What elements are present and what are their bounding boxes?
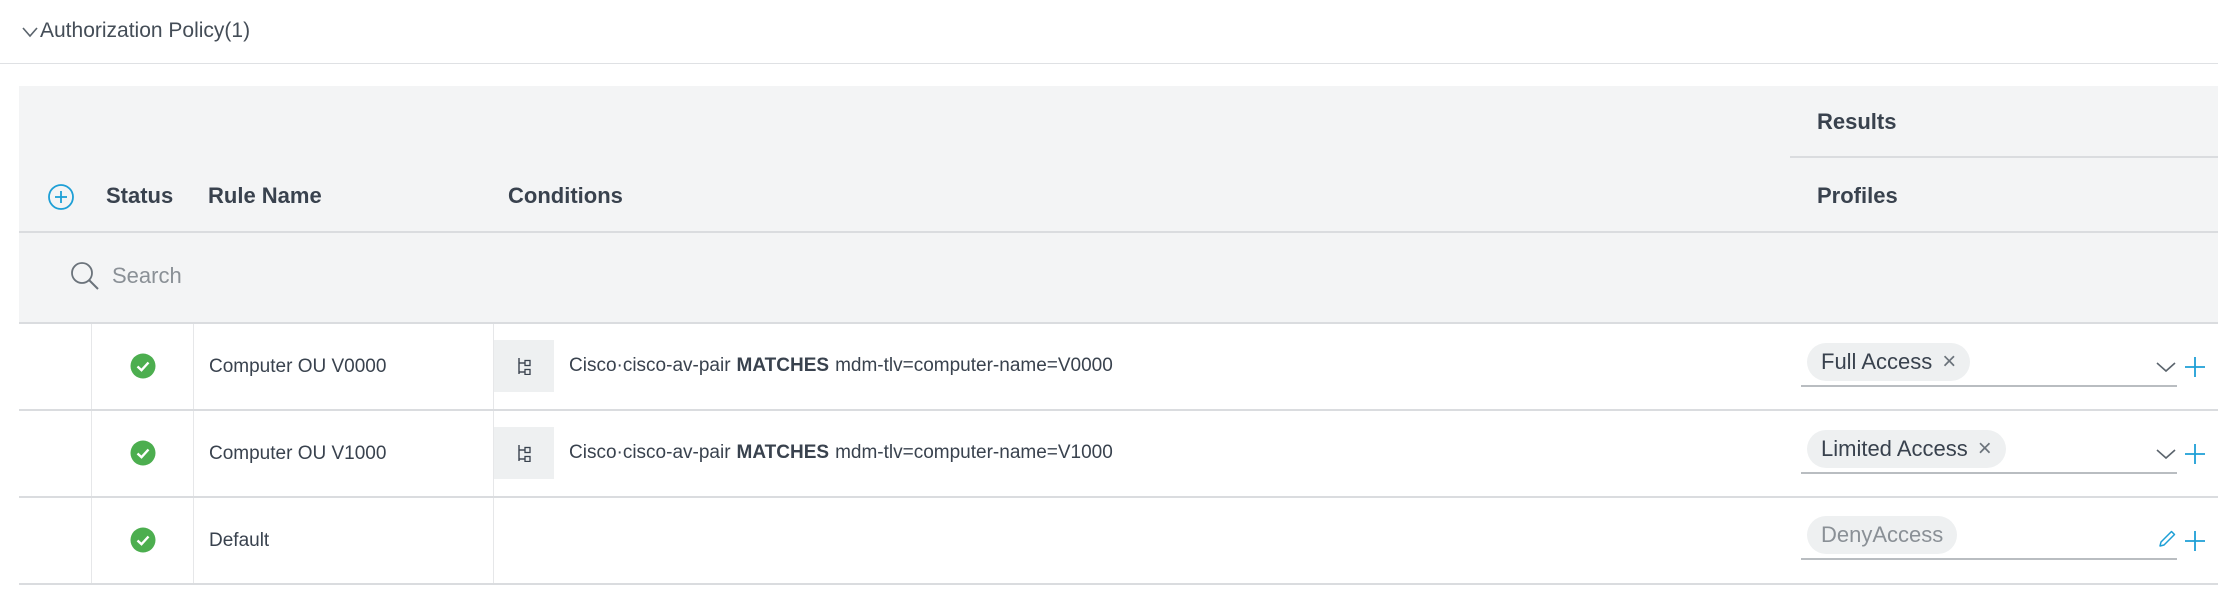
status-enabled-icon[interactable]	[130, 527, 156, 553]
column-header-profiles[interactable]: Profiles	[1817, 183, 1898, 209]
rule-name[interactable]: Default	[209, 530, 269, 552]
condition-tree-icon	[518, 358, 531, 375]
search-icon	[71, 262, 99, 290]
rule-name[interactable]: Computer OU V1000	[209, 443, 386, 465]
profile-tag: Full Access ×	[1807, 343, 1971, 381]
status-enabled-icon[interactable]	[130, 440, 156, 466]
results-divider	[1790, 156, 2218, 158]
column-header-conditions[interactable]: Conditions	[508, 183, 623, 209]
add-rule-icon[interactable]	[47, 183, 75, 211]
table-row[interactable]: Default DenyAccess	[19, 498, 2218, 585]
profile-tag-label: DenyAccess	[1821, 522, 1944, 547]
condition-value: mdm-tlv=computer-name=V0000	[835, 355, 1113, 376]
condition-operator: MATCHES	[736, 442, 830, 463]
profile-selector[interactable]: DenyAccess	[1801, 512, 2177, 560]
edit-pencil-icon[interactable]	[2156, 528, 2178, 550]
chevron-down-icon[interactable]	[20, 20, 40, 44]
condition-editor-button[interactable]	[494, 340, 554, 392]
search-input[interactable]	[112, 258, 712, 294]
section-title[interactable]: Authorization Policy(1)	[40, 19, 250, 43]
profile-tag: DenyAccess	[1807, 516, 1958, 554]
condition-editor-button[interactable]	[494, 427, 554, 479]
profile-tag-label: Full Access	[1821, 349, 1933, 374]
remove-profile-icon[interactable]: ×	[1978, 437, 1992, 461]
remove-profile-icon[interactable]: ×	[1942, 350, 1956, 374]
condition-operator: MATCHES	[736, 355, 830, 376]
chevron-down-icon[interactable]	[2155, 447, 2177, 461]
condition-expression[interactable]: Cisco·cisco-av-pair MATCHES mdm-tlv=comput…	[569, 442, 1113, 464]
add-profile-icon[interactable]	[2183, 355, 2207, 379]
condition-tree-icon	[518, 445, 531, 462]
column-header-rule-name[interactable]: Rule Name	[208, 183, 322, 209]
condition-attribute: Cisco·cisco-av-pair	[569, 355, 731, 376]
add-profile-icon[interactable]	[2183, 529, 2207, 553]
table-row[interactable]: Computer OU V0000 Cisco·cisco-av-pair MAT…	[19, 324, 2218, 411]
condition-value: mdm-tlv=computer-name=V1000	[835, 442, 1113, 463]
chevron-down-icon[interactable]	[2155, 360, 2177, 374]
profile-selector[interactable]: Full Access ×	[1801, 339, 2177, 387]
section-header[interactable]: Authorization Policy(1)	[0, 0, 2218, 64]
rule-name[interactable]: Computer OU V0000	[209, 356, 386, 378]
column-header-status[interactable]: Status	[106, 183, 173, 209]
profile-selector[interactable]: Limited Access ×	[1801, 426, 2177, 474]
add-profile-icon[interactable]	[2183, 442, 2207, 466]
results-header: Results	[1817, 109, 1897, 134]
table-row[interactable]: Computer OU V1000 Cisco·cisco-av-pair MAT…	[19, 411, 2218, 498]
profile-tag-label: Limited Access	[1821, 436, 1968, 461]
status-enabled-icon[interactable]	[130, 353, 156, 379]
condition-expression[interactable]: Cisco·cisco-av-pair MATCHES mdm-tlv=comput…	[569, 355, 1113, 377]
profile-tag: Limited Access ×	[1807, 430, 2006, 468]
condition-attribute: Cisco·cisco-av-pair	[569, 442, 731, 463]
